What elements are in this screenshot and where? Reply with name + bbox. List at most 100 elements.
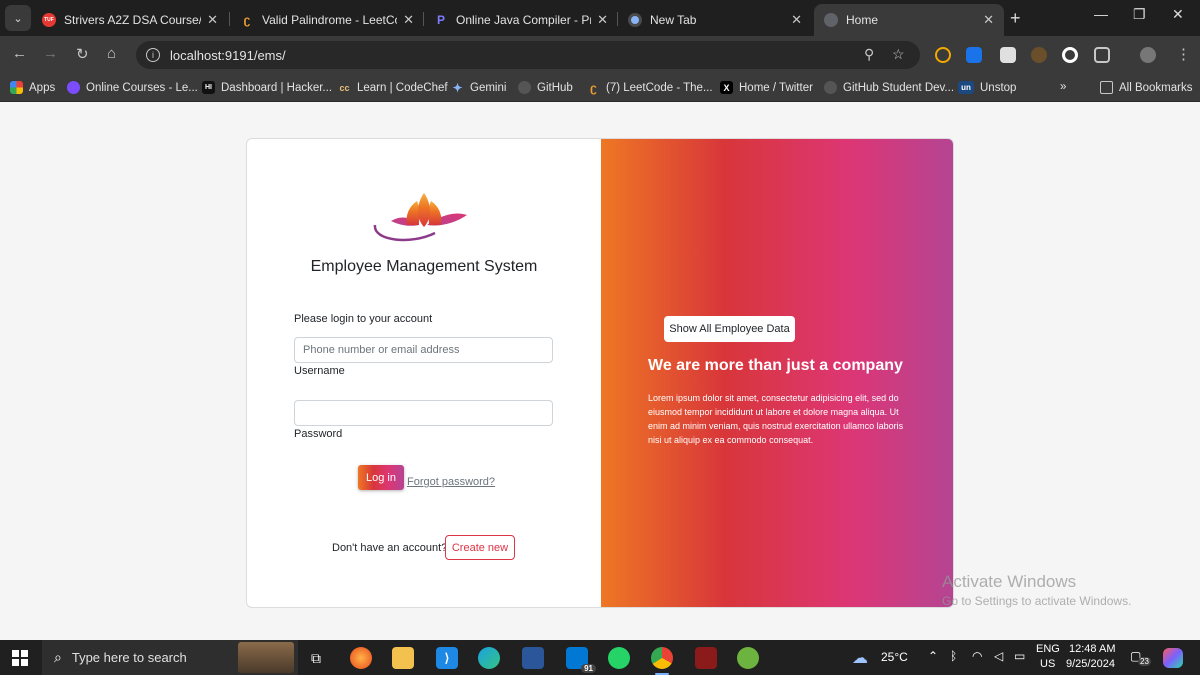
clock-time[interactable]: 12:48 AM (1069, 643, 1115, 655)
microsoft-store-icon[interactable] (522, 647, 544, 669)
login-prompt: Please login to your account (294, 313, 433, 325)
firefox-icon[interactable] (350, 647, 372, 669)
bookmark-label: Online Courses - Le... (86, 81, 198, 94)
region-indicator[interactable]: US (1040, 658, 1055, 670)
github-icon (518, 81, 531, 94)
leetcode-icon: ʗ (590, 80, 597, 95)
browser-tab-strip: ⌄ TUF Strivers A2Z DSA Course/Sh ✕ ʗ Val… (0, 0, 1200, 36)
bookmark-github[interactable]: GitHub (518, 81, 573, 94)
extension-icon[interactable] (1062, 47, 1078, 63)
bookmark-apps[interactable]: Apps (10, 81, 55, 94)
bookmark-label: GitHub Student Dev... (843, 81, 955, 94)
promo-pane: Show All Employee Data We are more than … (601, 139, 953, 607)
hackerrank-icon: HI (202, 81, 215, 94)
password-label: Password (294, 428, 343, 440)
all-bookmarks[interactable]: All Bookmarks (1100, 81, 1193, 94)
home-icon[interactable]: ⌂ (107, 45, 116, 62)
tab-search-chevron-icon[interactable]: ⌄ (5, 5, 31, 31)
volume-icon[interactable]: ◁ (994, 649, 1003, 663)
bookmark-label: Apps (29, 81, 56, 94)
tab-label: New Tab (650, 13, 697, 27)
close-icon[interactable]: ✕ (983, 12, 994, 28)
edge-icon[interactable] (478, 647, 500, 669)
bluetooth-icon[interactable]: ᛒ (950, 649, 957, 663)
create-new-button[interactable]: Create new (445, 535, 515, 560)
close-icon[interactable]: ✕ (403, 12, 414, 28)
app-title: Employee Management System (310, 258, 538, 275)
address-bar[interactable]: i localhost:9191/ems/ ⚲ ☆ (136, 41, 920, 69)
wifi-icon[interactable]: ◠ (972, 649, 982, 663)
menu-kebab-icon[interactable]: ⋮ (1176, 45, 1191, 63)
bookmark-label: All Bookmarks (1119, 81, 1193, 94)
tab-home[interactable]: Home ✕ (814, 4, 1004, 36)
bookmark-hackerrank[interactable]: HI Dashboard | Hacker... (202, 81, 332, 94)
bookmark-label: Dashboard | Hacker... (221, 81, 333, 94)
taskbar-search-placeholder: Type here to search (71, 650, 187, 665)
battery-icon[interactable]: ▭ (1014, 649, 1025, 663)
extension-icon[interactable] (966, 47, 982, 63)
restore-icon[interactable]: ❐ (1133, 6, 1146, 23)
tab-label: Online Java Compiler - Prog (456, 13, 591, 27)
extension-icon[interactable] (1031, 47, 1047, 63)
extension-icon[interactable] (1000, 47, 1016, 63)
close-icon[interactable]: ✕ (597, 12, 608, 28)
tray-chevron-up-icon[interactable]: ⌃ (928, 649, 938, 663)
folder-icon (1100, 81, 1113, 94)
bookmark-label: Home / Twitter (739, 81, 813, 94)
bookmark-gemini[interactable]: ✦ Gemini (451, 81, 506, 95)
login-form-pane: Employee Management System Please login … (247, 139, 601, 607)
bookmark-twitter[interactable]: X Home / Twitter (720, 81, 813, 94)
task-view-icon[interactable]: ⧉ (305, 647, 327, 669)
bookmark-label: Learn | CodeChef (357, 81, 448, 94)
bookmark-online-courses[interactable]: Online Courses - Le... (67, 81, 198, 94)
activate-windows-subtitle: Go to Settings to activate Windows. (942, 594, 1132, 608)
timer-extension-icon[interactable] (935, 47, 951, 63)
forgot-password-link[interactable]: Forgot password? (407, 476, 495, 488)
tab-strivers[interactable]: TUF Strivers A2Z DSA Course/Sh ✕ (32, 4, 228, 36)
file-explorer-icon[interactable] (392, 647, 414, 669)
vscode-icon[interactable]: ⟩ (436, 647, 458, 669)
reload-icon[interactable]: ↻ (76, 45, 89, 63)
mail-icon[interactable]: 91 (566, 647, 596, 673)
bookmark-leetcode[interactable]: ʗ (7) LeetCode - The... (587, 80, 712, 95)
windows-start-icon[interactable] (12, 650, 28, 666)
spring-tool-suite-icon[interactable] (737, 647, 759, 669)
password-input[interactable] (294, 400, 553, 426)
bookmark-github-student[interactable]: GitHub Student Dev... (824, 81, 954, 94)
taskbar-search-box[interactable]: ⌕ Type here to search (42, 640, 298, 675)
whatsapp-icon[interactable] (608, 647, 630, 669)
bookmark-label: GitHub (537, 81, 573, 94)
tab-new-tab[interactable]: New Tab ✕ (618, 4, 812, 36)
site-info-icon[interactable]: i (146, 48, 160, 62)
forward-arrow-icon[interactable]: → (43, 45, 58, 62)
window-close-icon[interactable]: ✕ (1172, 6, 1184, 23)
profile-avatar[interactable] (1140, 47, 1156, 63)
back-arrow-icon[interactable]: ← (12, 45, 27, 62)
weather-temperature[interactable]: 25°C (881, 650, 908, 664)
url-text: localhost:9191/ems/ (170, 47, 286, 63)
close-icon[interactable]: ✕ (791, 12, 802, 28)
bookmark-codechef[interactable]: cc Learn | CodeChef (338, 81, 448, 94)
close-icon[interactable]: ✕ (207, 12, 218, 28)
more-bookmarks-chevron-icon[interactable]: » (1060, 81, 1066, 93)
language-indicator[interactable]: ENG (1036, 643, 1060, 655)
new-tab-plus-icon[interactable]: + (1010, 8, 1021, 29)
bookmark-unstop[interactable]: un Unstop (958, 81, 1016, 94)
extensions-puzzle-icon[interactable] (1094, 47, 1110, 63)
clock-date[interactable]: 9/25/2024 (1066, 658, 1115, 670)
tab-valid-palindrome[interactable]: ʗ Valid Palindrome - LeetCode ✕ (230, 4, 424, 36)
tab-java-compiler[interactable]: P Online Java Compiler - Prog ✕ (424, 4, 618, 36)
zoom-icon[interactable]: ⚲ (864, 46, 874, 63)
winrar-icon[interactable] (695, 647, 717, 669)
globe-icon (824, 13, 838, 27)
lotus-logo-icon (373, 193, 467, 242)
bookmark-star-icon[interactable]: ☆ (892, 46, 905, 63)
chrome-taskbar-icon[interactable] (651, 647, 673, 675)
copilot-icon[interactable] (1163, 648, 1183, 668)
show-all-employee-data-button[interactable]: Show All Employee Data (664, 316, 795, 342)
minimize-icon[interactable]: — (1094, 6, 1108, 22)
username-input[interactable] (294, 337, 553, 363)
weather-cloud-icon[interactable]: ☁ (852, 648, 868, 668)
chrome-icon (628, 13, 642, 27)
login-button[interactable]: Log in (358, 465, 404, 490)
